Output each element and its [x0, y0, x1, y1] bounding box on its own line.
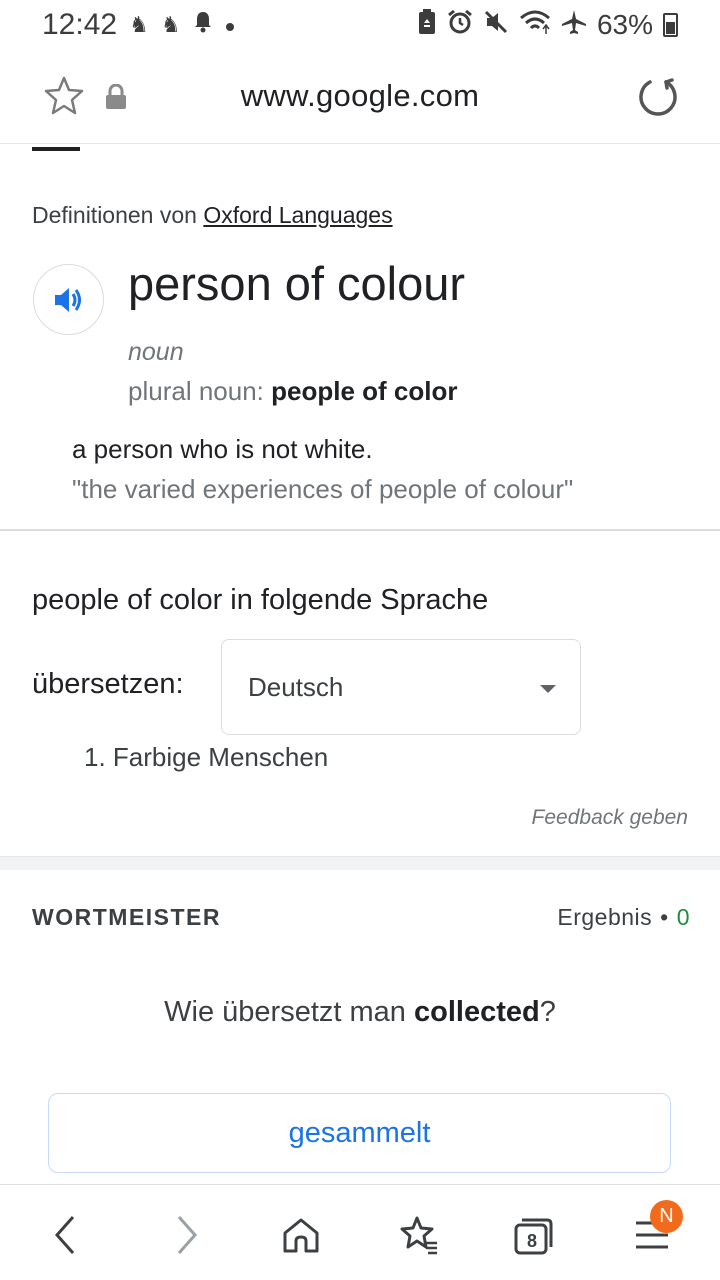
source-prefix: Definitionen von: [32, 202, 204, 228]
divider: [0, 529, 720, 531]
chevron-right-icon: [177, 1216, 198, 1254]
score-label: Ergebnis: [557, 904, 653, 930]
battery-icon: [663, 13, 678, 37]
status-bar: 12:42 ♞ ♞ 63%: [0, 0, 720, 50]
answer-button[interactable]: gesammelt: [48, 1093, 671, 1173]
quiz-question: Wie übersetzt man collected?: [0, 996, 720, 1029]
dropdown-arrow-icon: [540, 685, 556, 693]
speaker-icon: [54, 287, 81, 312]
plural-sep: :: [256, 376, 272, 406]
example-sentence: "the varied experiences of people of col…: [72, 474, 574, 504]
reload-button[interactable]: [636, 76, 678, 118]
chevron-left-icon: [54, 1216, 75, 1254]
translation-result: 1. Farbige Menschen: [84, 742, 329, 772]
plural-form: plural noun: people of color: [128, 376, 457, 407]
tabs-count: 8: [526, 1230, 537, 1251]
section-separator: [0, 856, 720, 870]
pronunciation-audio-button[interactable]: [33, 264, 104, 335]
question-suffix: ?: [539, 996, 556, 1028]
home-icon: [283, 1218, 319, 1253]
status-right: 63%: [417, 8, 678, 42]
tabs-button[interactable]: 8: [512, 1213, 556, 1257]
oxford-languages-link[interactable]: Oxford Languages: [203, 202, 392, 228]
notification-badge: N: [650, 1200, 683, 1233]
quiz-score: Ergebnis • 0: [557, 904, 690, 931]
dot-icon: [225, 12, 235, 38]
translate-label: übersetzen:: [32, 668, 184, 700]
plural-label: plural noun: [128, 376, 257, 406]
quiz-title: WORTMEISTER: [32, 904, 221, 930]
part-of-speech: noun: [128, 338, 184, 366]
translate-heading: people of color in folgende Sprache: [32, 584, 489, 616]
app-notification-icon: ♞: [160, 12, 181, 37]
plural-value: people of color: [271, 376, 458, 406]
bookmarks-button[interactable]: [396, 1213, 440, 1257]
bookmarks-icon: [400, 1216, 437, 1255]
alarm-icon: [447, 9, 473, 42]
home-button[interactable]: [279, 1213, 323, 1257]
headword: person of colour: [128, 257, 466, 310]
question-prefix: Wie übersetzt man: [164, 996, 414, 1028]
mute-icon: [483, 9, 509, 42]
selected-language: Deutsch: [248, 671, 344, 702]
battery-saver-icon: [417, 8, 437, 42]
airplane-icon: [561, 9, 587, 42]
bottom-nav: 8: [0, 1184, 720, 1280]
forward-button[interactable]: [164, 1213, 208, 1257]
reload-icon: [639, 78, 677, 116]
status-left: 12:42 ♞ ♞: [42, 8, 235, 42]
app-notification-icon: ♞: [129, 12, 149, 37]
bell-icon: [193, 11, 213, 39]
definition: a person who is not white.: [72, 434, 373, 464]
wifi-icon: [519, 9, 551, 42]
score-value: 0: [676, 904, 690, 930]
question-word: collected: [413, 996, 540, 1028]
tab-indicator: [32, 147, 80, 151]
score-separator: •: [660, 904, 669, 930]
status-time: 12:42: [42, 8, 118, 41]
url-field[interactable]: www.google.com: [0, 78, 720, 114]
feedback-link[interactable]: Feedback geben: [532, 806, 688, 830]
language-select[interactable]: Deutsch: [221, 639, 581, 735]
dictionary-source: Definitionen von Oxford Languages: [32, 202, 393, 229]
battery-percent: 63%: [596, 9, 653, 40]
address-bar: www.google.com: [0, 50, 720, 144]
back-button[interactable]: [44, 1213, 88, 1257]
